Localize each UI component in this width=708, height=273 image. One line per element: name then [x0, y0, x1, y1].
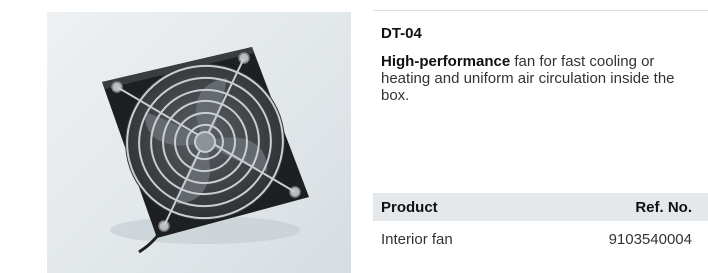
top-divider — [373, 10, 708, 11]
product-image-panel — [47, 12, 351, 273]
product-description: High-performance fan for fast cooling or… — [381, 53, 701, 104]
fan-hub — [194, 131, 216, 153]
description-highlight: High-performance — [381, 53, 511, 70]
column-header-ref-no: Ref. No. — [635, 199, 692, 216]
table-cell-product: Interior fan — [381, 231, 453, 248]
product-code: DT-04 — [381, 25, 422, 42]
fan-image — [102, 47, 309, 254]
table-cell-ref-no: 9103540004 — [608, 231, 692, 248]
column-header-product: Product — [381, 199, 438, 216]
